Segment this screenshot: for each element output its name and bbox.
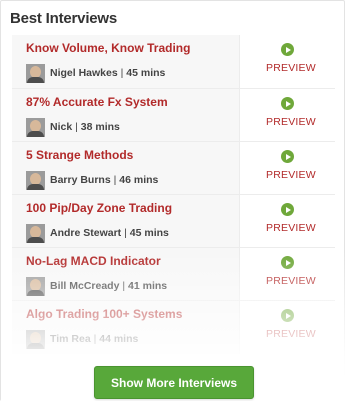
author-avatar xyxy=(26,171,45,190)
best-interviews-panel: Best Interviews Know Volume, Know Tradin… xyxy=(0,0,345,401)
duration: 45 mins xyxy=(129,227,169,239)
duration: 46 mins xyxy=(119,174,159,186)
preview-cell[interactable]: PREVIEW xyxy=(240,89,335,142)
play-icon[interactable] xyxy=(281,203,294,216)
interview-meta: Nigel Hawkes | 45 mins xyxy=(50,67,165,79)
interview-row[interactable]: 100 Pip/Day Zone Trading Andre Stewart |… xyxy=(12,194,335,248)
play-icon[interactable] xyxy=(281,97,294,110)
author-name: Bill McCready xyxy=(50,280,120,292)
preview-link[interactable]: PREVIEW xyxy=(266,328,316,340)
interview-title[interactable]: 87% Accurate Fx System xyxy=(26,95,168,109)
interview-row[interactable]: 87% Accurate Fx System Nick | 38 mins PR… xyxy=(12,88,335,142)
preview-cell[interactable]: PREVIEW xyxy=(240,248,335,301)
preview-link[interactable]: PREVIEW xyxy=(266,62,316,74)
interview-info: 100 Pip/Day Zone Trading Andre Stewart |… xyxy=(12,195,240,248)
panel-title: Best Interviews xyxy=(10,10,118,27)
author-avatar xyxy=(26,224,45,243)
interview-title[interactable]: 5 Strange Methods xyxy=(26,148,133,162)
preview-link[interactable]: PREVIEW xyxy=(266,116,316,128)
author-name: Andre Stewart xyxy=(50,227,122,239)
interview-info: Algo Trading 100+ Systems Tim Rea | 44 m… xyxy=(12,301,240,354)
interview-info: Know Volume, Know Trading Nigel Hawkes |… xyxy=(12,35,240,88)
author-name: Nigel Hawkes xyxy=(50,67,118,79)
preview-cell[interactable]: PREVIEW xyxy=(240,142,335,195)
interview-meta: Nick | 38 mins xyxy=(50,121,120,133)
interview-title[interactable]: 100 Pip/Day Zone Trading xyxy=(26,201,172,215)
duration: 41 mins xyxy=(128,280,168,292)
author-avatar xyxy=(26,277,45,296)
meta-separator: | xyxy=(93,333,97,345)
preview-cell[interactable]: PREVIEW xyxy=(240,301,335,354)
interview-title[interactable]: Algo Trading 100+ Systems xyxy=(26,307,182,321)
play-icon[interactable] xyxy=(281,256,294,269)
play-icon[interactable] xyxy=(281,150,294,163)
preview-link[interactable]: PREVIEW xyxy=(266,275,316,287)
meta-separator: | xyxy=(75,121,78,133)
interview-title[interactable]: No-Lag MACD Indicator xyxy=(26,254,161,268)
play-icon[interactable] xyxy=(281,309,294,322)
duration: 44 mins xyxy=(99,333,139,345)
interview-meta: Andre Stewart | 45 mins xyxy=(50,227,169,239)
interview-meta: Bill McCready | 41 mins xyxy=(50,280,167,292)
author-name: Tim Rea xyxy=(50,333,91,345)
interview-meta: Barry Burns | 46 mins xyxy=(50,174,158,186)
preview-cell[interactable]: PREVIEW xyxy=(240,195,335,248)
show-more-interviews-button[interactable]: Show More Interviews xyxy=(94,366,254,399)
duration: 45 mins xyxy=(126,67,166,79)
interview-row[interactable]: 5 Strange Methods Barry Burns | 46 mins … xyxy=(12,141,335,195)
meta-separator: | xyxy=(124,227,127,239)
interview-row[interactable]: No-Lag MACD Indicator Bill McCready | 41… xyxy=(12,247,335,301)
author-avatar xyxy=(26,330,45,349)
meta-separator: | xyxy=(120,67,124,79)
author-avatar xyxy=(26,64,45,83)
preview-link[interactable]: PREVIEW xyxy=(266,169,316,181)
author-name: Nick xyxy=(50,121,73,133)
interview-info: 87% Accurate Fx System Nick | 38 mins xyxy=(12,89,240,142)
play-icon[interactable] xyxy=(281,43,294,56)
interview-meta: Tim Rea | 44 mins xyxy=(50,333,138,345)
interview-row[interactable]: Know Volume, Know Trading Nigel Hawkes |… xyxy=(12,35,335,88)
duration: 38 mins xyxy=(80,121,120,133)
author-avatar xyxy=(26,118,45,137)
preview-cell[interactable]: PREVIEW xyxy=(240,35,335,88)
interview-row[interactable]: Algo Trading 100+ Systems Tim Rea | 44 m… xyxy=(12,300,335,354)
preview-link[interactable]: PREVIEW xyxy=(266,222,316,234)
author-name: Barry Burns xyxy=(50,174,111,186)
interview-title[interactable]: Know Volume, Know Trading xyxy=(26,41,190,55)
interview-info: No-Lag MACD Indicator Bill McCready | 41… xyxy=(12,248,240,301)
interview-list: Know Volume, Know Trading Nigel Hawkes |… xyxy=(12,35,335,354)
meta-separator: | xyxy=(113,174,117,186)
meta-separator: | xyxy=(122,280,126,292)
interview-info: 5 Strange Methods Barry Burns | 46 mins xyxy=(12,142,240,195)
